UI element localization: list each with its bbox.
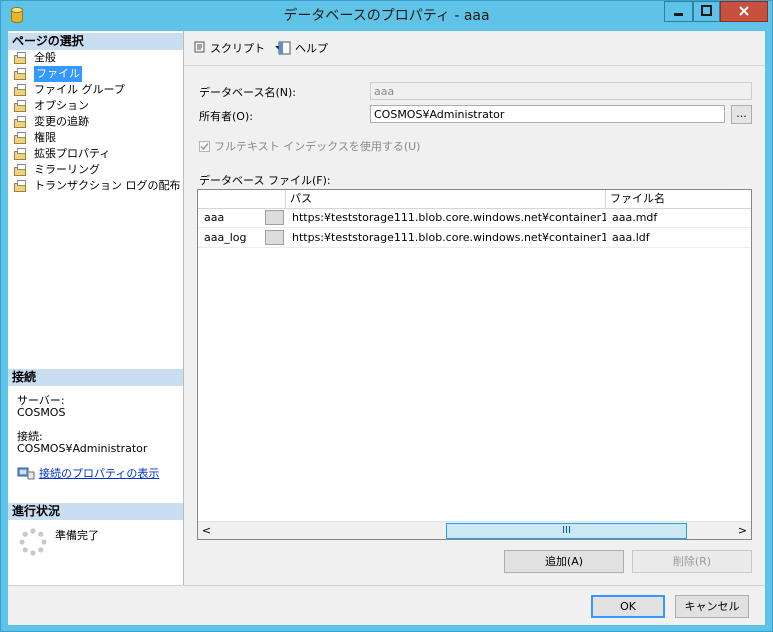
page-item-permissions[interactable]: 権限: [14, 130, 56, 146]
path-cell[interactable]: https:¥teststorage111.blob.core.windows.…: [286, 208, 606, 227]
database-files-label: データベース ファイル(F):: [199, 174, 331, 187]
footer-divider: [8, 585, 765, 586]
title-bar[interactable]: データベースのプロパティ - aaa: [1, 1, 772, 31]
row-ellipsis-button[interactable]: [265, 230, 284, 245]
dialog-client-area: ページの選択 全般 ファイル ファイル グループ オプション 変更の追跡 権限 …: [8, 31, 765, 625]
help-label: ヘルプ: [295, 42, 328, 55]
add-button[interactable]: 追加(A): [504, 550, 624, 573]
window-title: データベースのプロパティ - aaa: [283, 8, 490, 24]
fulltext-checkbox-row[interactable]: フルテキスト インデックスを使用する(U): [199, 138, 420, 154]
row-ellipsis-button[interactable]: [265, 210, 284, 225]
page-item-files[interactable]: ファイル: [14, 66, 82, 82]
help-button[interactable]: ヘルプ: [277, 40, 328, 56]
fulltext-checkbox[interactable]: [199, 140, 210, 152]
column-header-logical[interactable]: [198, 190, 286, 208]
script-icon: [194, 41, 205, 53]
progress-header: 進行状況: [8, 503, 183, 520]
page-item-label: 権限: [34, 131, 56, 144]
horizontal-scrollbar[interactable]: < III >: [198, 521, 751, 539]
database-name-input[interactable]: [370, 82, 752, 100]
page-item-label: オプション: [34, 99, 89, 112]
help-icon: [278, 41, 291, 55]
view-connection-properties-label: 接続のプロパティの表示: [39, 467, 160, 480]
cancel-button[interactable]: キャンセル: [675, 595, 749, 618]
maximize-icon: [701, 5, 712, 16]
view-connection-properties-link[interactable]: 接続のプロパティの表示: [17, 465, 159, 481]
script-button[interactable]: スクリプト: [192, 40, 285, 56]
grid-header: パス ファイル名: [198, 190, 751, 209]
page-item-mirroring[interactable]: ミラーリング: [14, 162, 100, 178]
scroll-left-button[interactable]: <: [198, 522, 215, 539]
page-icon: [14, 68, 28, 80]
toolbar: スクリプト ヘルプ: [184, 31, 765, 66]
page-icon: [14, 180, 28, 192]
minimize-button[interactable]: [664, 1, 693, 22]
path-cell[interactable]: https:¥teststorage111.blob.core.windows.…: [286, 228, 606, 247]
dialog-window: データベースのプロパティ - aaa ページの選択 全般 ファイル ファイル グ…: [0, 0, 773, 632]
connection-properties-icon: [17, 467, 35, 480]
progress-spinner-icon: [19, 528, 47, 556]
remove-button[interactable]: 削除(R): [632, 550, 752, 573]
connection-header: 接続: [8, 369, 183, 386]
page-item-label: ミラーリング: [34, 163, 100, 176]
fulltext-label: フルテキスト インデックスを使用する(U): [214, 140, 421, 153]
page-item-label: 拡張プロパティ: [34, 147, 111, 160]
minimize-icon: [674, 13, 683, 16]
table-row[interactable]: aaa_log https:¥teststorage111.blob.core.…: [198, 228, 751, 248]
scroll-thumb[interactable]: III: [446, 523, 687, 539]
file-name-cell[interactable]: aaa.ldf: [606, 228, 751, 247]
table-row[interactable]: aaa https:¥teststorage111.blob.core.wind…: [198, 208, 751, 228]
page-item-general[interactable]: 全般: [14, 50, 56, 66]
page-item-label: トランザクション ログの配布: [34, 179, 181, 192]
owner-label: 所有者(O):: [199, 110, 253, 123]
page-item-filegroups[interactable]: ファイル グループ: [14, 82, 125, 98]
page-icon: [14, 52, 28, 64]
page-item-label: 変更の追跡: [34, 115, 89, 128]
file-name-cell[interactable]: aaa.mdf: [606, 208, 751, 227]
page-item-label: 全般: [34, 51, 56, 64]
page-icon: [14, 84, 28, 96]
owner-input[interactable]: [370, 105, 725, 123]
ok-button[interactable]: OK: [591, 595, 665, 618]
page-icon: [14, 100, 28, 112]
script-label: スクリプト: [210, 42, 265, 55]
server-value: COSMOS: [17, 406, 66, 419]
close-icon: [739, 6, 749, 16]
column-header-path[interactable]: パス: [286, 190, 606, 208]
close-button[interactable]: [720, 1, 768, 22]
left-pane: ページの選択 全般 ファイル ファイル グループ オプション 変更の追跡 権限 …: [8, 31, 184, 585]
connection-value: COSMOS¥Administrator: [17, 442, 148, 455]
checkmark-icon: [200, 142, 209, 150]
database-files-grid[interactable]: パス ファイル名 aaa https:¥teststorage111.blob.…: [197, 189, 752, 540]
page-icon: [14, 164, 28, 176]
logical-name-cell[interactable]: aaa_log: [198, 228, 264, 247]
page-item-change-tracking[interactable]: 変更の追跡: [14, 114, 89, 130]
page-item-options[interactable]: オプション: [14, 98, 89, 114]
select-page-header: ページの選択: [8, 33, 183, 50]
scroll-right-button[interactable]: >: [734, 522, 751, 539]
maximize-button[interactable]: [693, 1, 720, 22]
page-icon: [14, 132, 28, 144]
page-item-label: ファイル グループ: [34, 83, 125, 96]
progress-status: 準備完了: [55, 529, 99, 542]
owner-browse-button[interactable]: ...: [731, 105, 752, 124]
database-name-label: データベース名(N):: [199, 86, 296, 99]
page-item-label: ファイル: [34, 66, 82, 82]
column-header-filename[interactable]: ファイル名: [606, 190, 751, 208]
logical-name-cell[interactable]: aaa: [198, 208, 264, 227]
page-item-extended-properties[interactable]: 拡張プロパティ: [14, 146, 110, 162]
page-icon: [14, 148, 28, 160]
page-icon: [14, 116, 28, 128]
page-item-log-shipping[interactable]: トランザクション ログの配布: [14, 178, 181, 194]
